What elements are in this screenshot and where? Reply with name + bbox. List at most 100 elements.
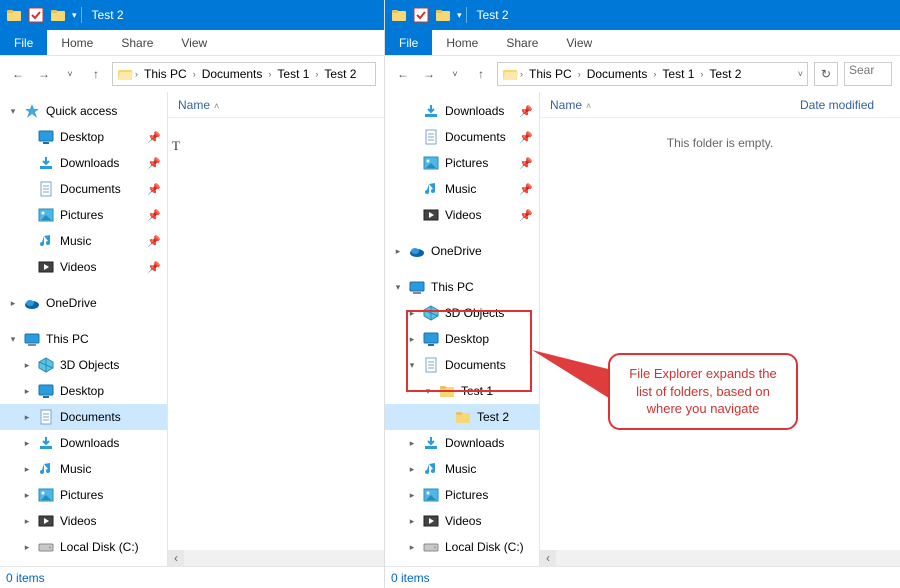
list-body[interactable]: T — [168, 118, 384, 550]
tree-node[interactable]: Documents📌 — [385, 124, 539, 150]
documents-icon — [38, 409, 54, 425]
tree-node[interactable]: ▾This PC — [0, 326, 167, 352]
desktop-icon — [38, 383, 54, 399]
chevron-down-icon[interactable]: ▾ — [457, 10, 462, 21]
annotation-highlight — [406, 310, 532, 392]
tree-node[interactable]: ▸Downloads — [385, 430, 539, 456]
tree-node[interactable]: Videos📌 — [0, 254, 167, 280]
crumb[interactable]: Documents — [583, 67, 652, 81]
empty-message: This folder is empty. — [540, 118, 900, 168]
chevron-right-icon[interactable]: › — [268, 69, 271, 79]
address-drop-icon[interactable]: ˅ — [798, 69, 803, 79]
tree-node[interactable]: ▾This PC — [385, 274, 539, 300]
tree-node[interactable]: Pictures📌 — [385, 150, 539, 176]
tree-node[interactable]: ▸3D Objects — [0, 352, 167, 378]
music-icon — [423, 461, 439, 477]
videos-icon — [38, 513, 54, 529]
tree-node[interactable]: ▸Downloads — [0, 430, 167, 456]
tree-node[interactable]: ▸Local Disk (C:) — [0, 534, 167, 560]
chevron-right-icon[interactable]: › — [700, 69, 703, 79]
crumb[interactable]: Documents — [198, 67, 267, 81]
chevron-right-icon[interactable]: › — [520, 69, 523, 79]
chevron-right-icon[interactable]: › — [315, 69, 318, 79]
tree-node[interactable]: Videos📌 — [385, 202, 539, 228]
back-button[interactable]: ← — [8, 64, 28, 84]
recent-drop-icon[interactable]: ˅ — [445, 64, 465, 84]
tab-view[interactable]: View — [167, 30, 221, 55]
chevron-right-icon[interactable]: › — [193, 69, 196, 79]
crumb[interactable]: This PC — [525, 67, 576, 81]
tree-node[interactable]: ▸Pictures — [385, 482, 539, 508]
h-scrollbar[interactable]: ‹ — [168, 550, 384, 566]
crumb[interactable]: Test 2 — [705, 67, 745, 81]
chevron-down-icon[interactable]: ▾ — [72, 10, 77, 21]
pin-icon: 📌 — [147, 261, 161, 274]
tree-node[interactable]: ▸Videos — [0, 508, 167, 534]
separator — [466, 7, 467, 23]
scroll-track[interactable] — [556, 550, 900, 566]
tree-node[interactable]: ▸Music — [0, 456, 167, 482]
titlebar[interactable]: ▾ Test 2 — [0, 0, 384, 30]
tree-node[interactable]: ▸OneDrive — [385, 238, 539, 264]
scroll-track[interactable] — [184, 550, 384, 566]
tree-node[interactable]: ▾Quick access — [0, 98, 167, 124]
up-button[interactable]: ↑ — [86, 64, 106, 84]
col-name[interactable]: Name˄ — [168, 98, 384, 112]
col-date[interactable]: Date modified — [790, 98, 884, 112]
tab-file[interactable]: File — [0, 30, 47, 55]
tree-node[interactable]: Downloads📌 — [0, 150, 167, 176]
forward-button[interactable]: → — [419, 64, 439, 84]
scroll-left-icon[interactable]: ‹ — [168, 550, 184, 566]
tab-view[interactable]: View — [552, 30, 606, 55]
tree-node[interactable]: Music📌 — [385, 176, 539, 202]
3d-icon — [38, 357, 54, 373]
tree-node[interactable]: Music📌 — [0, 228, 167, 254]
tree-label: Quick access — [46, 104, 117, 118]
folder-icon — [455, 409, 471, 425]
crumb[interactable]: Test 2 — [320, 67, 360, 81]
tree-node[interactable]: Test 2 — [385, 404, 539, 430]
tree-node[interactable]: ▸Pictures — [0, 482, 167, 508]
tab-file[interactable]: File — [385, 30, 432, 55]
scroll-left-icon[interactable]: ‹ — [540, 550, 556, 566]
search-input[interactable]: Sear — [844, 62, 892, 86]
tree-node[interactable]: Downloads📌 — [385, 98, 539, 124]
tree-node[interactable]: Documents📌 — [0, 176, 167, 202]
tree-label: Documents — [445, 130, 506, 144]
window-title: Test 2 — [477, 8, 509, 22]
back-button[interactable]: ← — [393, 64, 413, 84]
address-bar[interactable]: › This PC › Documents › Test 1 › Test 2 — [112, 62, 376, 86]
check-icon[interactable] — [28, 7, 44, 23]
address-bar[interactable]: › This PC › Documents › Test 1 › Test 2 … — [497, 62, 808, 86]
tab-share[interactable]: Share — [492, 30, 552, 55]
nav-tree[interactable]: ▾Quick accessDesktop📌Downloads📌Documents… — [0, 92, 168, 566]
tree-node[interactable]: ▸Videos — [385, 508, 539, 534]
refresh-button[interactable]: ↻ — [814, 62, 838, 86]
tree-node[interactable]: ▸Music — [385, 456, 539, 482]
tab-share[interactable]: Share — [107, 30, 167, 55]
crumb[interactable]: Test 1 — [273, 67, 313, 81]
music-icon — [38, 461, 54, 477]
tree-node[interactable]: Pictures📌 — [0, 202, 167, 228]
tree-node[interactable]: Desktop📌 — [0, 124, 167, 150]
tree-node[interactable]: ▸Desktop — [0, 378, 167, 404]
tab-home[interactable]: Home — [432, 30, 492, 55]
up-button[interactable]: ↑ — [471, 64, 491, 84]
chevron-right-icon[interactable]: › — [653, 69, 656, 79]
tree-label: This PC — [431, 280, 474, 294]
recent-drop-icon[interactable]: ˅ — [60, 64, 80, 84]
crumb[interactable]: Test 1 — [658, 67, 698, 81]
chevron-right-icon[interactable]: › — [135, 69, 138, 79]
titlebar[interactable]: ▾ Test 2 — [385, 0, 900, 30]
tree-node[interactable]: ▸Local Disk (C:) — [385, 534, 539, 560]
h-scrollbar[interactable]: ‹ — [540, 550, 900, 566]
col-name[interactable]: Name˄ — [540, 98, 790, 112]
check-icon[interactable] — [413, 7, 429, 23]
crumb[interactable]: This PC — [140, 67, 191, 81]
tree-node[interactable]: ▸OneDrive — [0, 290, 167, 316]
forward-button[interactable]: → — [34, 64, 54, 84]
tree-label: Desktop — [60, 130, 104, 144]
tab-home[interactable]: Home — [47, 30, 107, 55]
chevron-right-icon[interactable]: › — [578, 69, 581, 79]
tree-node[interactable]: ▸Documents — [0, 404, 167, 430]
